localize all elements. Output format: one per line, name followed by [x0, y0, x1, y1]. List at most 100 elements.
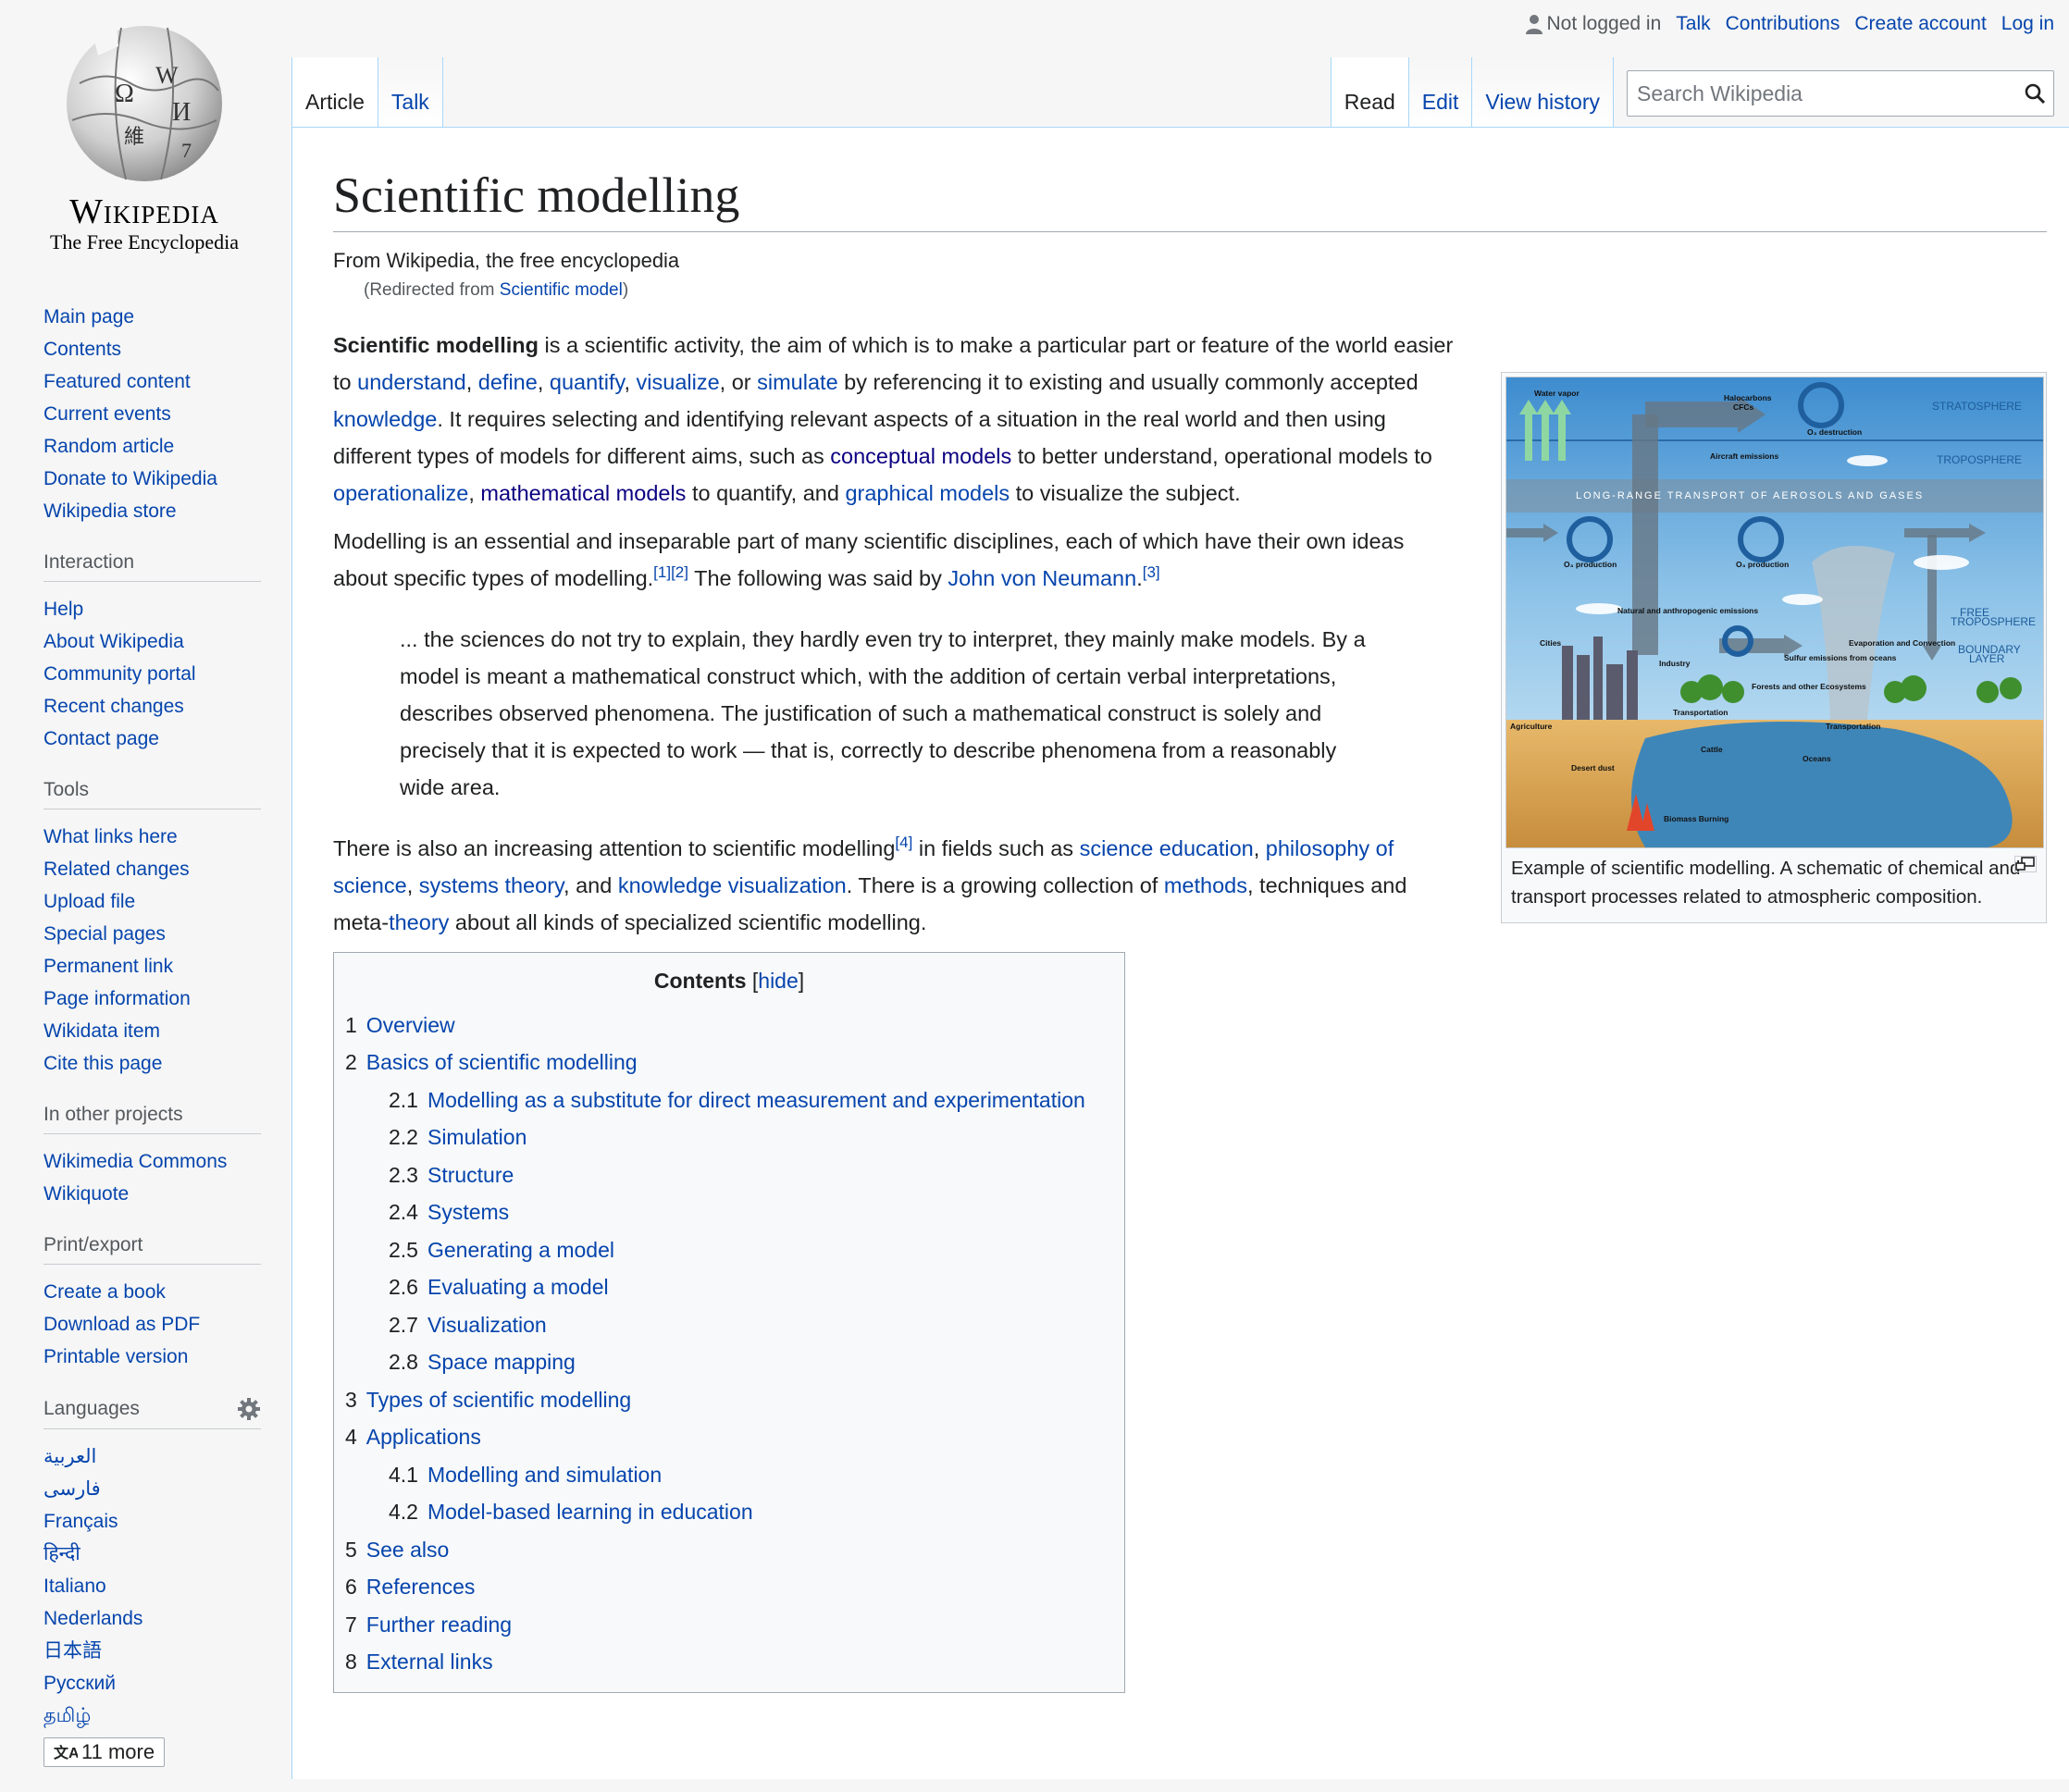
- link-theory[interactable]: theory: [389, 910, 449, 934]
- toc-item[interactable]: 2.8 Space mapping: [345, 1343, 1113, 1381]
- sidebar-item-store[interactable]: Wikipedia store: [43, 501, 177, 522]
- more-languages-button[interactable]: 文A 11 more: [43, 1737, 166, 1767]
- toc-link[interactable]: See also: [366, 1538, 450, 1562]
- link-operationalize[interactable]: operationalize: [333, 481, 468, 505]
- toc-link[interactable]: Overview: [366, 1013, 455, 1037]
- toc-item[interactable]: 4.2 Model-based learning in education: [345, 1493, 1113, 1531]
- toc-link[interactable]: Systems: [427, 1200, 509, 1224]
- search-input[interactable]: [1628, 80, 2016, 107]
- sidebar-item-wikiquote[interactable]: Wikiquote: [43, 1183, 129, 1205]
- sidebar-item-recent-changes[interactable]: Recent changes: [43, 696, 184, 717]
- toc-item[interactable]: 5 See also: [345, 1531, 1113, 1569]
- link-understand[interactable]: understand: [357, 370, 466, 394]
- contributions-link[interactable]: Contributions: [1726, 13, 1840, 35]
- toc-link[interactable]: Modelling as a substitute for direct mea…: [427, 1088, 1085, 1112]
- sidebar-item-printable-version[interactable]: Printable version: [43, 1346, 188, 1367]
- sidebar-item-help[interactable]: Help: [43, 599, 83, 620]
- sidebar-item-download-pdf[interactable]: Download as PDF: [43, 1314, 200, 1335]
- link-methods[interactable]: methods: [1164, 873, 1247, 897]
- lang-japanese[interactable]: 日本語: [43, 1640, 102, 1662]
- toc-item[interactable]: 2.6 Evaluating a model: [345, 1268, 1113, 1306]
- sidebar-item-upload-file[interactable]: Upload file: [43, 891, 135, 912]
- tab-talk[interactable]: Talk: [378, 57, 443, 128]
- wikipedia-logo[interactable]: Ω W И 維 7 Wikipedia The Free Encyclopedi…: [33, 19, 255, 254]
- sidebar-item-cite-this-page[interactable]: Cite this page: [43, 1053, 162, 1074]
- sidebar-item-page-information[interactable]: Page information: [43, 988, 191, 1009]
- toc-item[interactable]: 2.5 Generating a model: [345, 1231, 1113, 1269]
- sidebar-item-contents[interactable]: Contents: [43, 339, 121, 360]
- toc-link[interactable]: Space mapping: [427, 1350, 576, 1374]
- link-knowledge-visualization[interactable]: knowledge visualization: [618, 873, 847, 897]
- link-quantify[interactable]: quantify: [550, 370, 625, 394]
- toc-link[interactable]: Modelling and simulation: [427, 1463, 662, 1487]
- sidebar-item-community-portal[interactable]: Community portal: [43, 663, 196, 685]
- sidebar-item-wikidata-item[interactable]: Wikidata item: [43, 1020, 160, 1042]
- ref-3[interactable]: [3]: [1143, 563, 1160, 581]
- toc-item[interactable]: 4.1 Modelling and simulation: [345, 1456, 1113, 1494]
- link-mathematical-models[interactable]: mathematical models: [480, 481, 686, 505]
- lang-arabic[interactable]: العربية: [43, 1446, 96, 1467]
- link-science-education[interactable]: science education: [1080, 836, 1254, 860]
- link-simulate[interactable]: simulate: [757, 370, 838, 394]
- toc-link[interactable]: Basics of scientific modelling: [366, 1050, 638, 1074]
- lang-russian[interactable]: Русский: [43, 1673, 116, 1694]
- personal-talk-link[interactable]: Talk: [1676, 13, 1710, 35]
- toc-item[interactable]: 2.1 Modelling as a substitute for direct …: [345, 1081, 1113, 1119]
- lang-persian[interactable]: فارسی: [43, 1478, 101, 1500]
- sidebar-item-special-pages[interactable]: Special pages: [43, 923, 166, 945]
- toc-item[interactable]: 2.7 Visualization: [345, 1306, 1113, 1344]
- lang-dutch[interactable]: Nederlands: [43, 1608, 142, 1629]
- sidebar-item-donate[interactable]: Donate to Wikipedia: [43, 468, 217, 489]
- link-conceptual-models[interactable]: conceptual models: [830, 444, 1011, 468]
- sidebar-item-what-links-here[interactable]: What links here: [43, 826, 178, 847]
- toc-link[interactable]: Evaluating a model: [427, 1275, 609, 1299]
- toc-link[interactable]: Generating a model: [427, 1238, 614, 1262]
- sidebar-item-about[interactable]: About Wikipedia: [43, 631, 184, 652]
- link-knowledge[interactable]: knowledge: [333, 407, 437, 431]
- toc-item[interactable]: 6 References: [345, 1568, 1113, 1606]
- toc-item[interactable]: 2.4 Systems: [345, 1193, 1113, 1231]
- link-graphical-models[interactable]: graphical models: [845, 481, 1010, 505]
- link-john-von-neumann[interactable]: John von Neumann: [948, 566, 1136, 590]
- lang-french[interactable]: Français: [43, 1511, 118, 1532]
- lang-hindi[interactable]: हिन्दी: [43, 1543, 81, 1564]
- sidebar-item-current-events[interactable]: Current events: [43, 403, 171, 425]
- gear-icon[interactable]: [237, 1397, 261, 1421]
- tab-view-history[interactable]: View history: [1472, 57, 1614, 128]
- tab-article[interactable]: Article: [291, 57, 378, 128]
- toc-hide-link[interactable]: hide: [758, 969, 798, 993]
- create-account-link[interactable]: Create account: [1854, 13, 1986, 35]
- toc-link[interactable]: Types of scientific modelling: [366, 1388, 631, 1412]
- search-button[interactable]: [2016, 82, 2053, 105]
- tab-read[interactable]: Read: [1330, 57, 1409, 128]
- link-visualize[interactable]: visualize: [637, 370, 720, 394]
- link-define[interactable]: define: [478, 370, 538, 394]
- toc-item[interactable]: 2.2 Simulation: [345, 1118, 1113, 1156]
- sidebar-item-permanent-link[interactable]: Permanent link: [43, 956, 173, 977]
- sidebar-item-contact-page[interactable]: Contact page: [43, 728, 159, 749]
- toc-link[interactable]: Applications: [366, 1425, 481, 1449]
- sidebar-item-wikimedia-commons[interactable]: Wikimedia Commons: [43, 1151, 227, 1172]
- sidebar-item-featured-content[interactable]: Featured content: [43, 371, 191, 392]
- atmosphere-schematic-image[interactable]: STRATOSPHERE TROPOSPHERE FREE TROPOSPHER…: [1505, 377, 2044, 848]
- toc-link[interactable]: Further reading: [366, 1613, 512, 1637]
- sidebar-item-main-page[interactable]: Main page: [43, 306, 134, 328]
- lang-italian[interactable]: Italiano: [43, 1576, 106, 1597]
- toc-link[interactable]: External links: [366, 1650, 493, 1674]
- sidebar-item-related-changes[interactable]: Related changes: [43, 859, 190, 880]
- ref-2[interactable]: [2]: [671, 563, 688, 581]
- toc-item[interactable]: 7 Further reading: [345, 1606, 1113, 1644]
- log-in-link[interactable]: Log in: [2001, 13, 2054, 35]
- toc-item[interactable]: 2 Basics of scientific modelling: [345, 1044, 1113, 1081]
- toc-item[interactable]: 4 Applications: [345, 1418, 1113, 1456]
- redirect-link[interactable]: Scientific model: [500, 280, 623, 300]
- ref-4[interactable]: [4]: [895, 834, 912, 851]
- link-systems-theory[interactable]: systems theory: [419, 873, 564, 897]
- magnify-icon[interactable]: [2014, 856, 2037, 872]
- toc-link[interactable]: Model-based learning in education: [427, 1500, 753, 1524]
- lang-tamil[interactable]: தமிழ்: [43, 1705, 91, 1726]
- toc-item[interactable]: 1 Overview: [345, 1007, 1113, 1044]
- toc-link[interactable]: Simulation: [427, 1125, 527, 1149]
- toc-item[interactable]: 2.3 Structure: [345, 1156, 1113, 1194]
- ref-1[interactable]: [1]: [653, 563, 671, 581]
